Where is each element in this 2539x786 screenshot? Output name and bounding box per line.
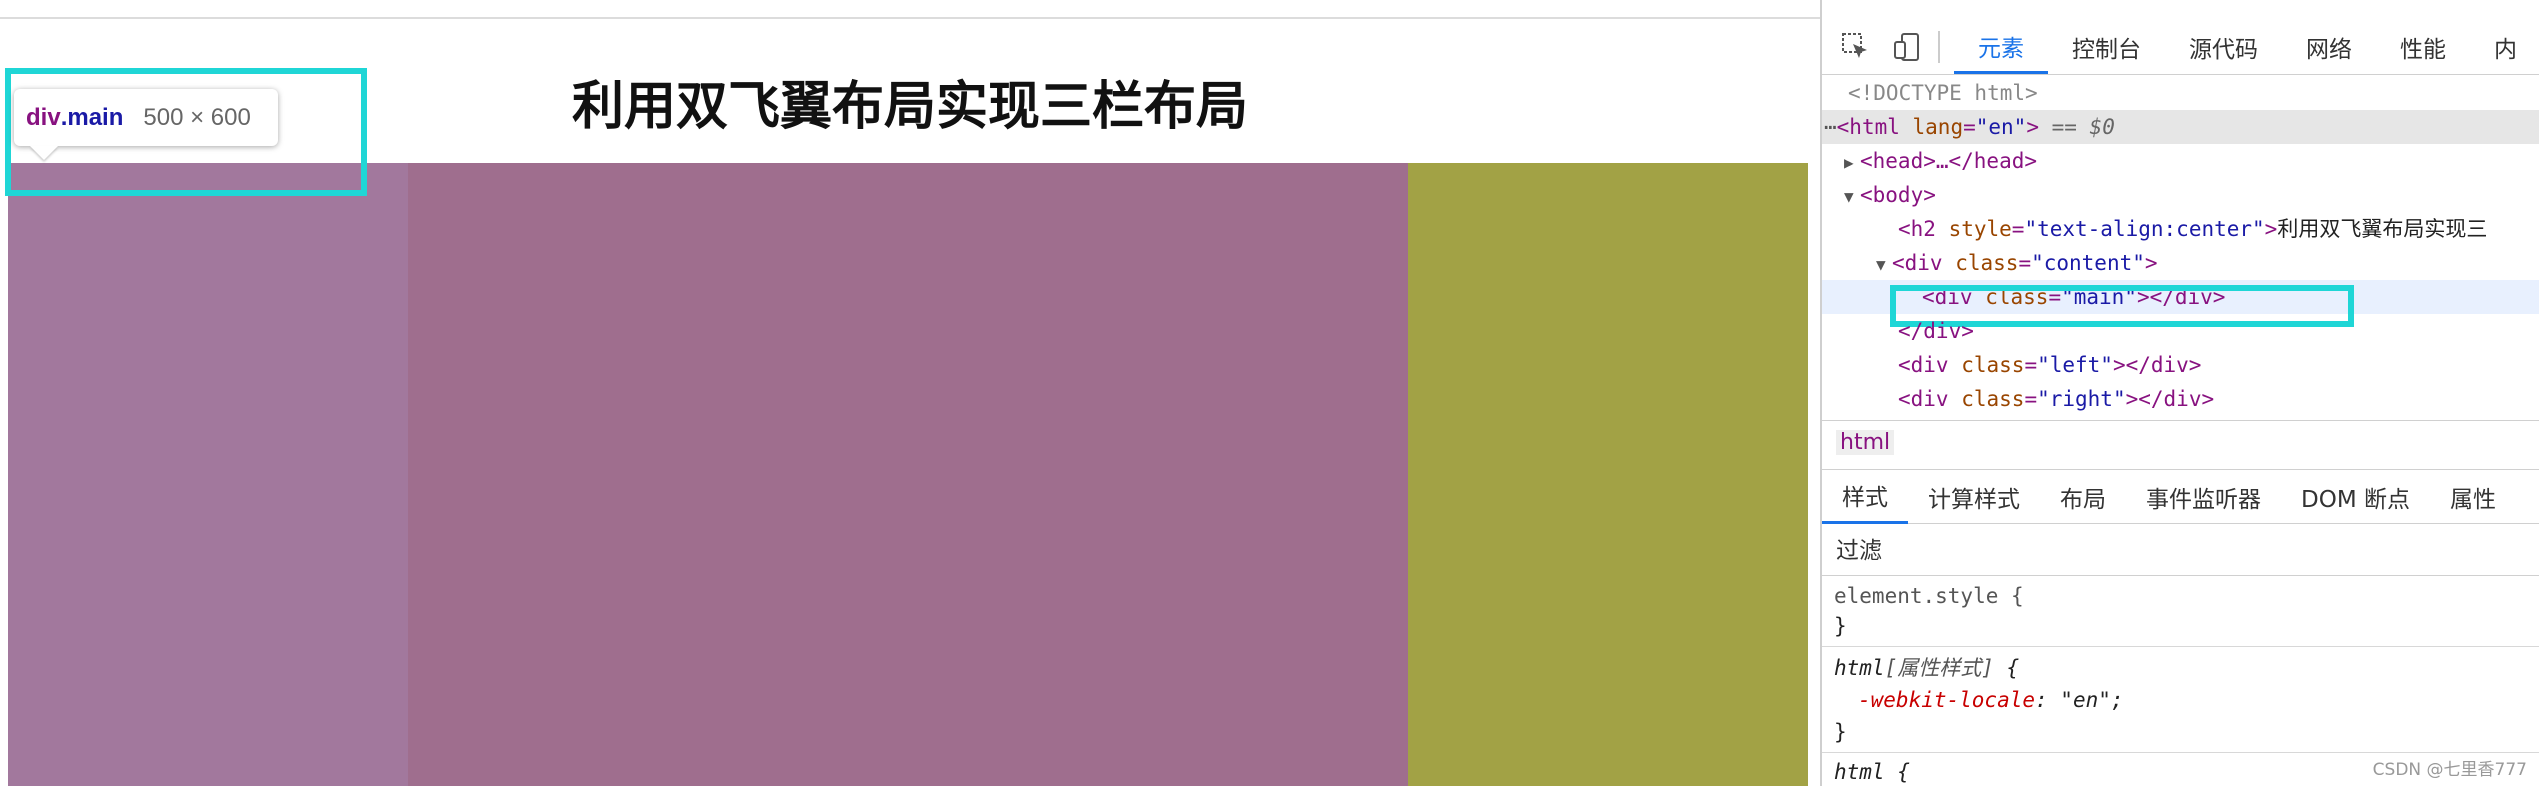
right-val: "right"	[2037, 387, 2126, 411]
tab-layout[interactable]: 布局	[2040, 470, 2126, 524]
body-tag: <body>	[1860, 183, 1936, 207]
left-val: "left"	[2037, 353, 2113, 377]
tab-dom-breakpoints[interactable]: DOM 断点	[2281, 470, 2430, 524]
html-attr-selector: html	[1834, 656, 1885, 680]
dom-node-h2[interactable]: <h2 style="text-align:center">利用双飞翼布局实现三	[1822, 212, 2539, 246]
tab-computed[interactable]: 计算样式	[1908, 470, 2040, 524]
content-val: "content"	[2031, 251, 2145, 275]
top-divider	[0, 17, 1820, 19]
right-column[interactable]	[1408, 163, 1808, 786]
html-rule[interactable]: html {	[1834, 756, 1910, 786]
dom-node-left[interactable]: <div class="left"></div>	[1822, 348, 2539, 382]
rule-divider	[1822, 646, 2539, 647]
attr-style-label: [属性样式]	[1884, 656, 1994, 680]
collapse-triangle-icon[interactable]: ▼	[1822, 180, 1860, 214]
html-attr: lang	[1899, 115, 1964, 139]
tab-performance[interactable]: 性能	[2376, 20, 2470, 74]
open-brace: {	[1993, 656, 2020, 680]
collapse-triangle-icon[interactable]: ▼	[1822, 248, 1892, 282]
element-tooltip: div .main 500 × 600	[14, 89, 278, 146]
html-val: "en"	[1975, 115, 2027, 139]
right-attr: class	[1948, 387, 2025, 411]
selected-marker: == $0	[2038, 115, 2115, 139]
tab-separator	[1938, 31, 1940, 63]
left-tag: <div	[1898, 353, 1949, 377]
inspect-cursor-icon[interactable]	[1838, 27, 1873, 67]
breadcrumb-html[interactable]: html	[1836, 430, 1895, 455]
breadcrumb: html	[1822, 420, 2539, 470]
content-tag: <div	[1892, 251, 1943, 275]
rule-divider	[1822, 752, 2539, 753]
tab-event-listeners[interactable]: 事件监听器	[2126, 470, 2281, 524]
dom-node-head[interactable]: ▶ <head>…</head>	[1822, 144, 2539, 178]
filter-input[interactable]	[1834, 532, 2528, 570]
dom-node-content-close[interactable]: </div>	[1822, 314, 2539, 348]
tab-memory[interactable]: 内	[2470, 20, 2539, 74]
styles-filter	[1822, 524, 2539, 576]
main-column[interactable]	[408, 163, 1408, 786]
head-tag: <head>…</head>	[1860, 149, 2038, 173]
rule-close-brace: }	[1834, 720, 1847, 744]
doctype-text: <!DOCTYPE html>	[1848, 81, 2038, 105]
css-value: : "en";	[2035, 688, 2124, 712]
right-tag: <div	[1898, 387, 1949, 411]
tooltip-class: .main	[60, 103, 124, 131]
html-close: >	[2026, 115, 2039, 139]
devtools-tab-bar: 元素 控制台 源代码 网络 性能 内	[1822, 20, 2539, 75]
html-eq: =	[1963, 115, 1976, 139]
h2-attr: style	[1935, 217, 2012, 241]
tab-sources[interactable]: 源代码	[2165, 20, 2282, 74]
tab-styles[interactable]: 样式	[1822, 470, 1908, 524]
ellipsis-icon[interactable]: ⋯	[1822, 115, 1837, 139]
element-style-rule[interactable]: element.style {	[1834, 580, 2024, 612]
element-style-selector: element.style {	[1834, 584, 2024, 608]
div-close-tag: </div>	[1898, 319, 1974, 343]
watermark: CSDN @七里香777	[2372, 760, 2527, 780]
h2-tag: <h2	[1898, 217, 1936, 241]
dom-node-html[interactable]: ⋯<html lang="en"> == $0	[1822, 110, 2539, 144]
dom-node-right[interactable]: <div class="right"></div>	[1822, 382, 2539, 416]
devtools-panel: 元素 控制台 源代码 网络 性能 内 <!DOCTYPE html> ⋯<htm…	[1820, 0, 2539, 786]
tab-network[interactable]: 网络	[2282, 20, 2376, 74]
page-viewport: 利用双飞翼布局实现三栏布局 div .main 500 × 600	[0, 0, 1820, 786]
tooltip-tag: div	[26, 103, 61, 131]
webkit-locale-declaration[interactable]: -webkit-locale: "en";	[1858, 684, 2124, 716]
dom-node-doctype[interactable]: <!DOCTYPE html>	[1822, 76, 2539, 110]
left-end: ></div>	[2112, 353, 2202, 377]
right-end: ></div>	[2125, 387, 2215, 411]
left-attr: class	[1948, 353, 2025, 377]
styles-tab-bar: 样式 计算样式 布局 事件监听器 DOM 断点 属性	[1822, 470, 2539, 524]
device-toggle-icon[interactable]	[1889, 27, 1924, 67]
html-tag: <html	[1836, 115, 1900, 139]
h2-text: 利用双飞翼布局实现三	[2277, 217, 2488, 241]
tab-console[interactable]: 控制台	[2048, 20, 2165, 74]
content-attr: class	[1942, 251, 2019, 275]
css-property: -webkit-locale	[1858, 688, 2036, 712]
rule-close-brace: }	[1834, 614, 1847, 638]
tooltip-size: 500 × 600	[143, 103, 251, 131]
dom-node-body[interactable]: ▼ <body>	[1822, 178, 2539, 212]
dom-node-content[interactable]: ▼ <div class="content">	[1822, 246, 2539, 280]
html-attr-rule[interactable]: html[属性样式] {	[1834, 652, 2019, 684]
main-column-highlight-overlay	[8, 163, 408, 786]
dom-tree: <!DOCTYPE html> ⋯<html lang="en"> == $0 …	[1822, 76, 2539, 420]
tab-properties[interactable]: 属性	[2430, 470, 2516, 524]
h2-val: "text-align:center"	[2024, 217, 2265, 241]
tab-elements[interactable]: 元素	[1954, 20, 2048, 74]
expand-triangle-icon[interactable]: ▶	[1822, 146, 1860, 180]
styles-pane: element.style { } html[属性样式] { -webkit-l…	[1822, 576, 2539, 786]
tooltip-arrow	[30, 146, 58, 160]
